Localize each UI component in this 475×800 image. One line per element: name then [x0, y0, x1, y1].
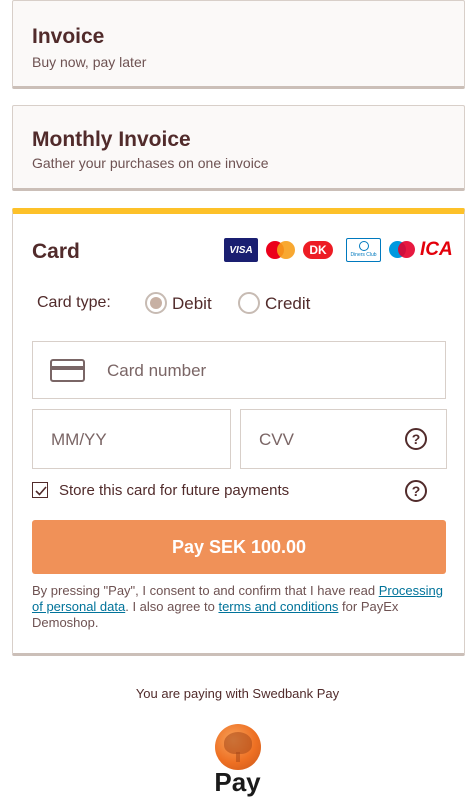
- terms-link[interactable]: terms and conditions: [218, 599, 338, 614]
- store-card-checkbox[interactable]: [32, 482, 48, 498]
- expiry-placeholder: MM/YY: [51, 430, 107, 449]
- ica-logo: ICA: [420, 239, 453, 260]
- swedbank-pay-wordmark: Pay: [214, 767, 261, 797]
- invoice-subtitle: Buy now, pay later: [32, 54, 147, 70]
- expiry-date-field[interactable]: MM/YY: [32, 409, 231, 469]
- credit-label[interactable]: Credit: [265, 294, 310, 314]
- credit-radio[interactable]: [238, 292, 260, 314]
- visa-logo: VISA: [224, 238, 258, 262]
- store-card-label[interactable]: Store this card for future payments: [59, 482, 289, 499]
- maestro-icon: [387, 238, 417, 262]
- cvv-field[interactable]: CVV ?: [240, 409, 447, 469]
- mastercard-icon: [264, 238, 298, 262]
- card-payment-panel: Card VISA DK Diners Club ICA Card type: …: [12, 208, 465, 656]
- invoice-title: Invoice: [32, 25, 105, 48]
- paying-with-text: You are paying with Swedbank Pay: [135, 686, 340, 701]
- pay-button[interactable]: Pay SEK 100.00: [32, 520, 446, 574]
- card-type-label: Card type:: [37, 294, 111, 311]
- store-card-help-icon[interactable]: ?: [405, 480, 427, 502]
- monthly-invoice-option[interactable]: Monthly Invoice Gather your purchases on…: [12, 105, 465, 191]
- invoice-option[interactable]: Invoice Buy now, pay later: [12, 0, 465, 89]
- debit-label[interactable]: Debit: [172, 294, 212, 314]
- card-number-placeholder: Card number: [107, 361, 207, 380]
- monthly-invoice-subtitle: Gather your purchases on one invoice: [32, 155, 269, 171]
- credit-card-icon: [50, 359, 85, 382]
- diners-club-logo: Diners Club: [346, 238, 381, 262]
- debit-radio[interactable]: [145, 292, 167, 314]
- cvv-placeholder: CVV: [259, 430, 294, 449]
- card-title: Card: [32, 240, 80, 263]
- cvv-help-icon[interactable]: ?: [405, 428, 427, 450]
- monthly-invoice-title: Monthly Invoice: [32, 128, 191, 151]
- consent-text: By pressing "Pay", I consent to and conf…: [32, 583, 444, 630]
- dankort-logo: DK: [303, 238, 335, 262]
- card-number-field[interactable]: Card number: [32, 341, 446, 399]
- swedbank-oak-icon: [215, 724, 261, 770]
